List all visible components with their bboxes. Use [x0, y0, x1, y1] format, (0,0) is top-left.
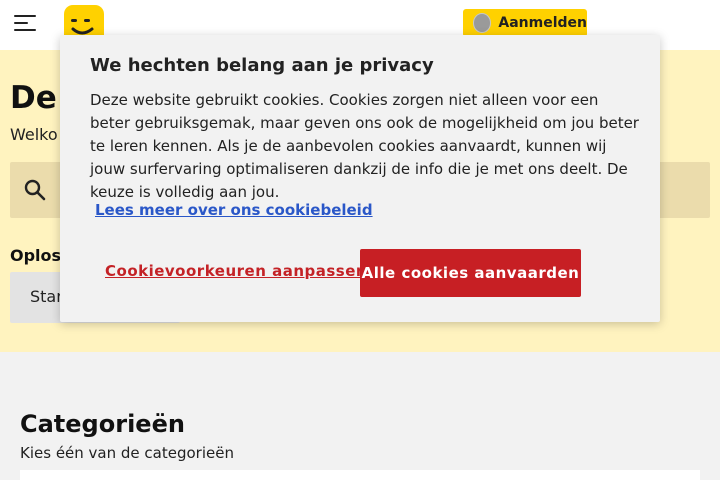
cookie-dialog-body: Deze website gebruikt cookies. Cookies z…	[90, 91, 639, 201]
category-card[interactable]	[20, 470, 700, 480]
avatar-icon	[473, 13, 492, 33]
accept-button-label: Alle cookies aanvaarden	[361, 264, 580, 282]
cookie-dialog-title: We hechten belang aan je privacy	[90, 55, 434, 76]
hero-subtitle: Welko	[10, 125, 58, 144]
login-button[interactable]: Aanmelden	[463, 9, 587, 37]
cookie-policy-link[interactable]: Lees meer over ons cookiebeleid	[95, 201, 373, 219]
cookie-consent-dialog: We hechten belang aan je privacy Deze we…	[60, 35, 660, 322]
categories-subtitle: Kies één van de categorieën	[20, 444, 234, 462]
hamburger-menu-icon[interactable]	[14, 13, 36, 33]
hero-title: De	[10, 80, 57, 116]
search-icon	[24, 179, 46, 201]
categories-title: Categorieën	[20, 410, 185, 438]
start-button-label: Star	[30, 287, 63, 306]
accept-all-cookies-button[interactable]: Alle cookies aanvaarden	[360, 249, 581, 297]
cookie-preferences-link[interactable]: Cookievoorkeuren aanpassen	[105, 262, 367, 280]
login-label: Aanmelden	[498, 15, 587, 31]
